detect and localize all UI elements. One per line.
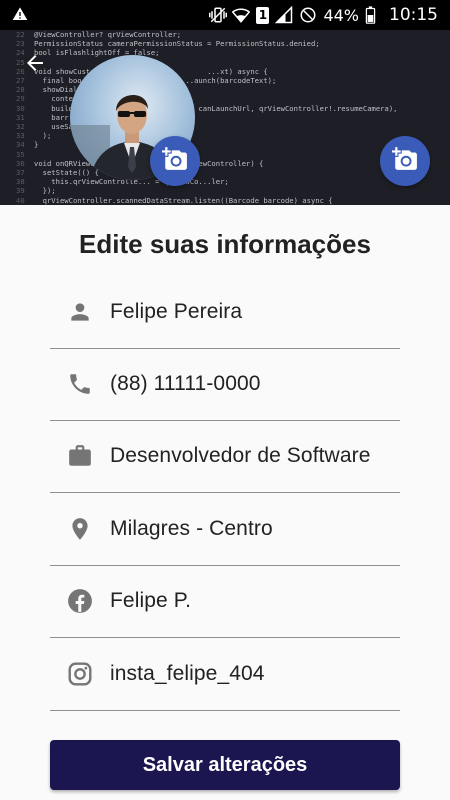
location-field[interactable]: Milagres - Centro — [50, 493, 400, 566]
arrow-back-icon — [23, 51, 47, 80]
instagram-field[interactable]: insta_felipe_404 — [50, 638, 400, 711]
save-button[interactable]: Salvar alterações — [50, 740, 400, 790]
change-avatar-button[interactable] — [150, 136, 200, 186]
location-value: Milagres - Centro — [110, 517, 273, 540]
code-line: 23 PermissionStatus cameraPermissionStatu… — [16, 39, 320, 49]
clock: 10:15 — [389, 5, 438, 25]
wifi-icon — [232, 6, 251, 24]
name-value: Felipe Pereira — [110, 300, 243, 323]
code-line: 39 }); — [16, 186, 56, 196]
vibrate-icon — [208, 6, 228, 24]
warning-icon — [12, 6, 28, 26]
back-button[interactable] — [18, 50, 52, 80]
code-line: 40 qrViewController.scannedDataStream.li… — [16, 195, 333, 205]
instagram-icon — [50, 661, 110, 687]
location-pin-icon — [50, 516, 110, 542]
battery-icon — [365, 6, 383, 24]
phone-value: (88) 11111-0000 — [110, 372, 261, 395]
sim-1-icon: 1 — [256, 6, 270, 24]
signal-icon — [275, 5, 293, 24]
status-bar: 1 44% 10:15 — [0, 0, 450, 30]
name-field[interactable]: Felipe Pereira — [50, 276, 400, 349]
briefcase-icon — [50, 443, 110, 469]
page-title: Edite suas informações — [79, 229, 371, 259]
job-field[interactable]: Desenvolvedor de Software — [50, 420, 400, 493]
phone-field[interactable]: (88) 11111-0000 — [50, 348, 400, 421]
phone-icon — [50, 371, 110, 397]
cover-image: 22 @ViewController? qrViewController; 23 Pe… — [0, 30, 450, 205]
code-line: 22 @ViewController? qrViewController; — [16, 30, 182, 39]
do-not-disturb-icon — [299, 6, 317, 24]
add-a-photo-icon — [162, 146, 188, 177]
facebook-icon — [50, 588, 110, 614]
add-a-photo-icon — [392, 146, 418, 177]
battery-percent: 44% — [323, 5, 359, 25]
facebook-value: Felipe P. — [110, 589, 192, 612]
change-cover-button[interactable] — [380, 136, 430, 186]
instagram-value: insta_felipe_404 — [110, 662, 265, 685]
facebook-field[interactable]: Felipe P. — [50, 565, 400, 638]
job-value: Desenvolvedor de Software — [110, 444, 371, 467]
person-icon — [50, 299, 110, 325]
